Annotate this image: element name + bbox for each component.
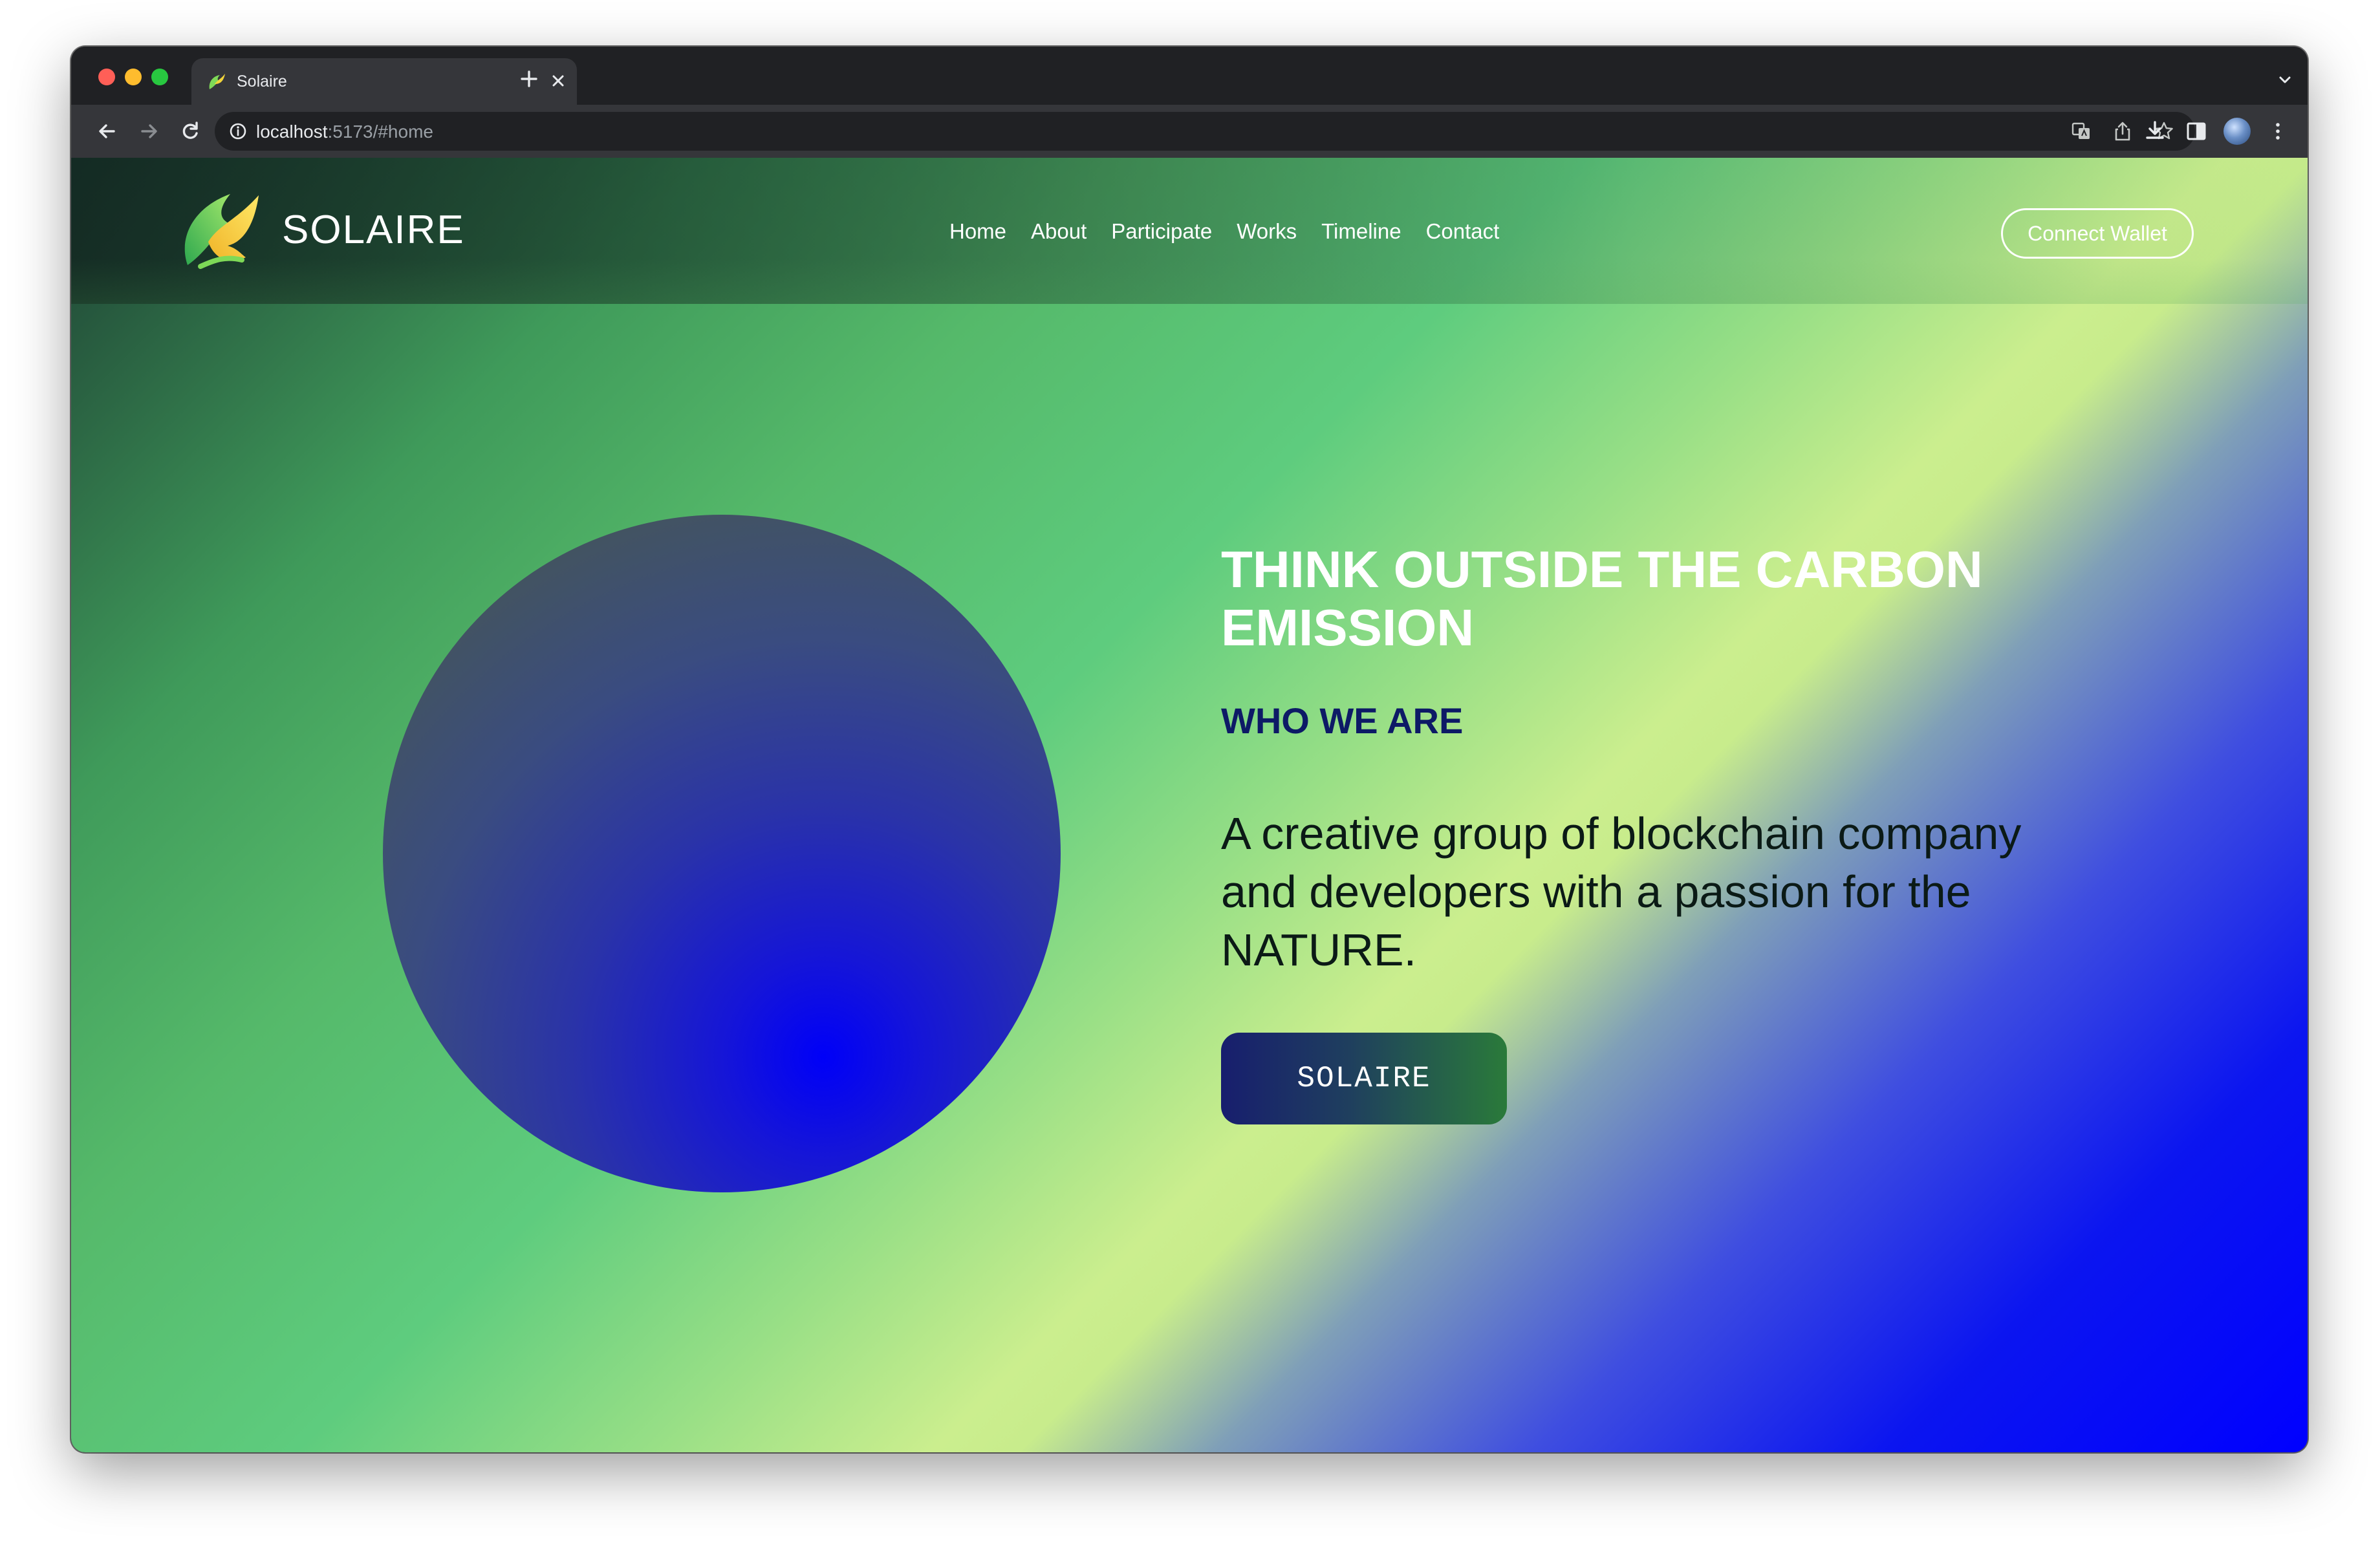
hero-headline: THINK OUTSIDE THE CARBON EMISSION: [1221, 541, 1983, 656]
menu-icon[interactable]: [2264, 117, 2292, 145]
new-tab-icon[interactable]: [516, 66, 542, 92]
forward-icon[interactable]: [135, 117, 163, 145]
browser-window: Solaire localhost:5173/#home SOLAIRE Hom…: [71, 47, 2308, 1452]
site-logo-text[interactable]: SOLAIRE: [282, 207, 465, 253]
site-header: SOLAIRE Home About Participate Works Tim…: [71, 158, 2308, 304]
nav-contact[interactable]: Contact: [1426, 219, 1500, 244]
info-icon[interactable]: [228, 121, 248, 142]
tab-title: Solaire: [237, 72, 287, 91]
back-icon[interactable]: [93, 117, 122, 145]
download-icon[interactable]: [2141, 117, 2169, 145]
tab-strip: Solaire: [71, 47, 2308, 105]
translate-icon[interactable]: [2070, 120, 2093, 143]
url-host: localhost: [256, 122, 328, 142]
solaire-leaf-icon: [209, 74, 225, 89]
connect-wallet-button[interactable]: Connect Wallet: [2001, 208, 2194, 259]
address-bar[interactable]: localhost:5173/#home: [215, 112, 2195, 151]
solaire-cta-button[interactable]: SOLAIRE: [1221, 1033, 1507, 1124]
url-path: :5173/#home: [327, 122, 433, 142]
profile-avatar[interactable]: [2223, 118, 2251, 145]
main-nav: Home About Participate Works Timeline Co…: [949, 219, 1499, 244]
minimize-window-button[interactable]: [125, 69, 142, 85]
close-window-button[interactable]: [98, 69, 115, 85]
close-tab-icon[interactable]: [546, 69, 570, 93]
nav-timeline[interactable]: Timeline: [1321, 219, 1401, 244]
nav-participate[interactable]: Participate: [1111, 219, 1212, 244]
page-viewport: SOLAIRE Home About Participate Works Tim…: [71, 158, 2308, 1452]
sidepanel-icon[interactable]: [2182, 117, 2211, 145]
hero-eyebrow: WHO WE ARE: [1221, 700, 1464, 741]
nav-home[interactable]: Home: [949, 219, 1006, 244]
hero-orb: [383, 515, 1061, 1192]
url-text: localhost:5173/#home: [256, 122, 433, 142]
solaire-logo-icon[interactable]: [182, 189, 263, 274]
share-icon[interactable]: [2111, 120, 2134, 143]
zoom-window-button[interactable]: [151, 69, 168, 85]
nav-about[interactable]: About: [1031, 219, 1087, 244]
chevron-down-icon[interactable]: [2275, 70, 2295, 89]
browser-toolbar: localhost:5173/#home: [71, 105, 2308, 158]
nav-works[interactable]: Works: [1237, 219, 1297, 244]
hero-description: A creative group of blockchain company a…: [1221, 808, 2022, 975]
reload-icon[interactable]: [176, 117, 204, 145]
